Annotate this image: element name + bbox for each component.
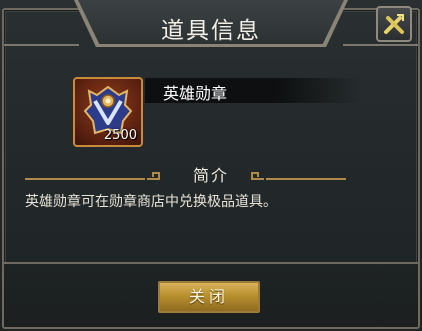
item-count: 2500 (103, 128, 137, 143)
item-info-dialog: 道具信息 2500 英雄勋章 简介 英雄勋章可在勋章商店中兑换极品道具。 关闭 (0, 0, 422, 331)
item-name: 英雄勋章 (163, 84, 228, 103)
close-x-button[interactable] (376, 6, 412, 42)
dialog-title: 道具信息 (161, 18, 261, 44)
close-x-icon (384, 14, 404, 34)
item-icon-slot: 2500 (73, 77, 143, 147)
divider-ornament-right-icon (251, 172, 264, 180)
divider-right (266, 178, 346, 180)
section-title: 简介 (192, 166, 229, 185)
close-button[interactable]: 关闭 (158, 281, 260, 313)
item-description: 英雄勋章可在勋章商店中兑换极品道具。 (25, 194, 277, 210)
